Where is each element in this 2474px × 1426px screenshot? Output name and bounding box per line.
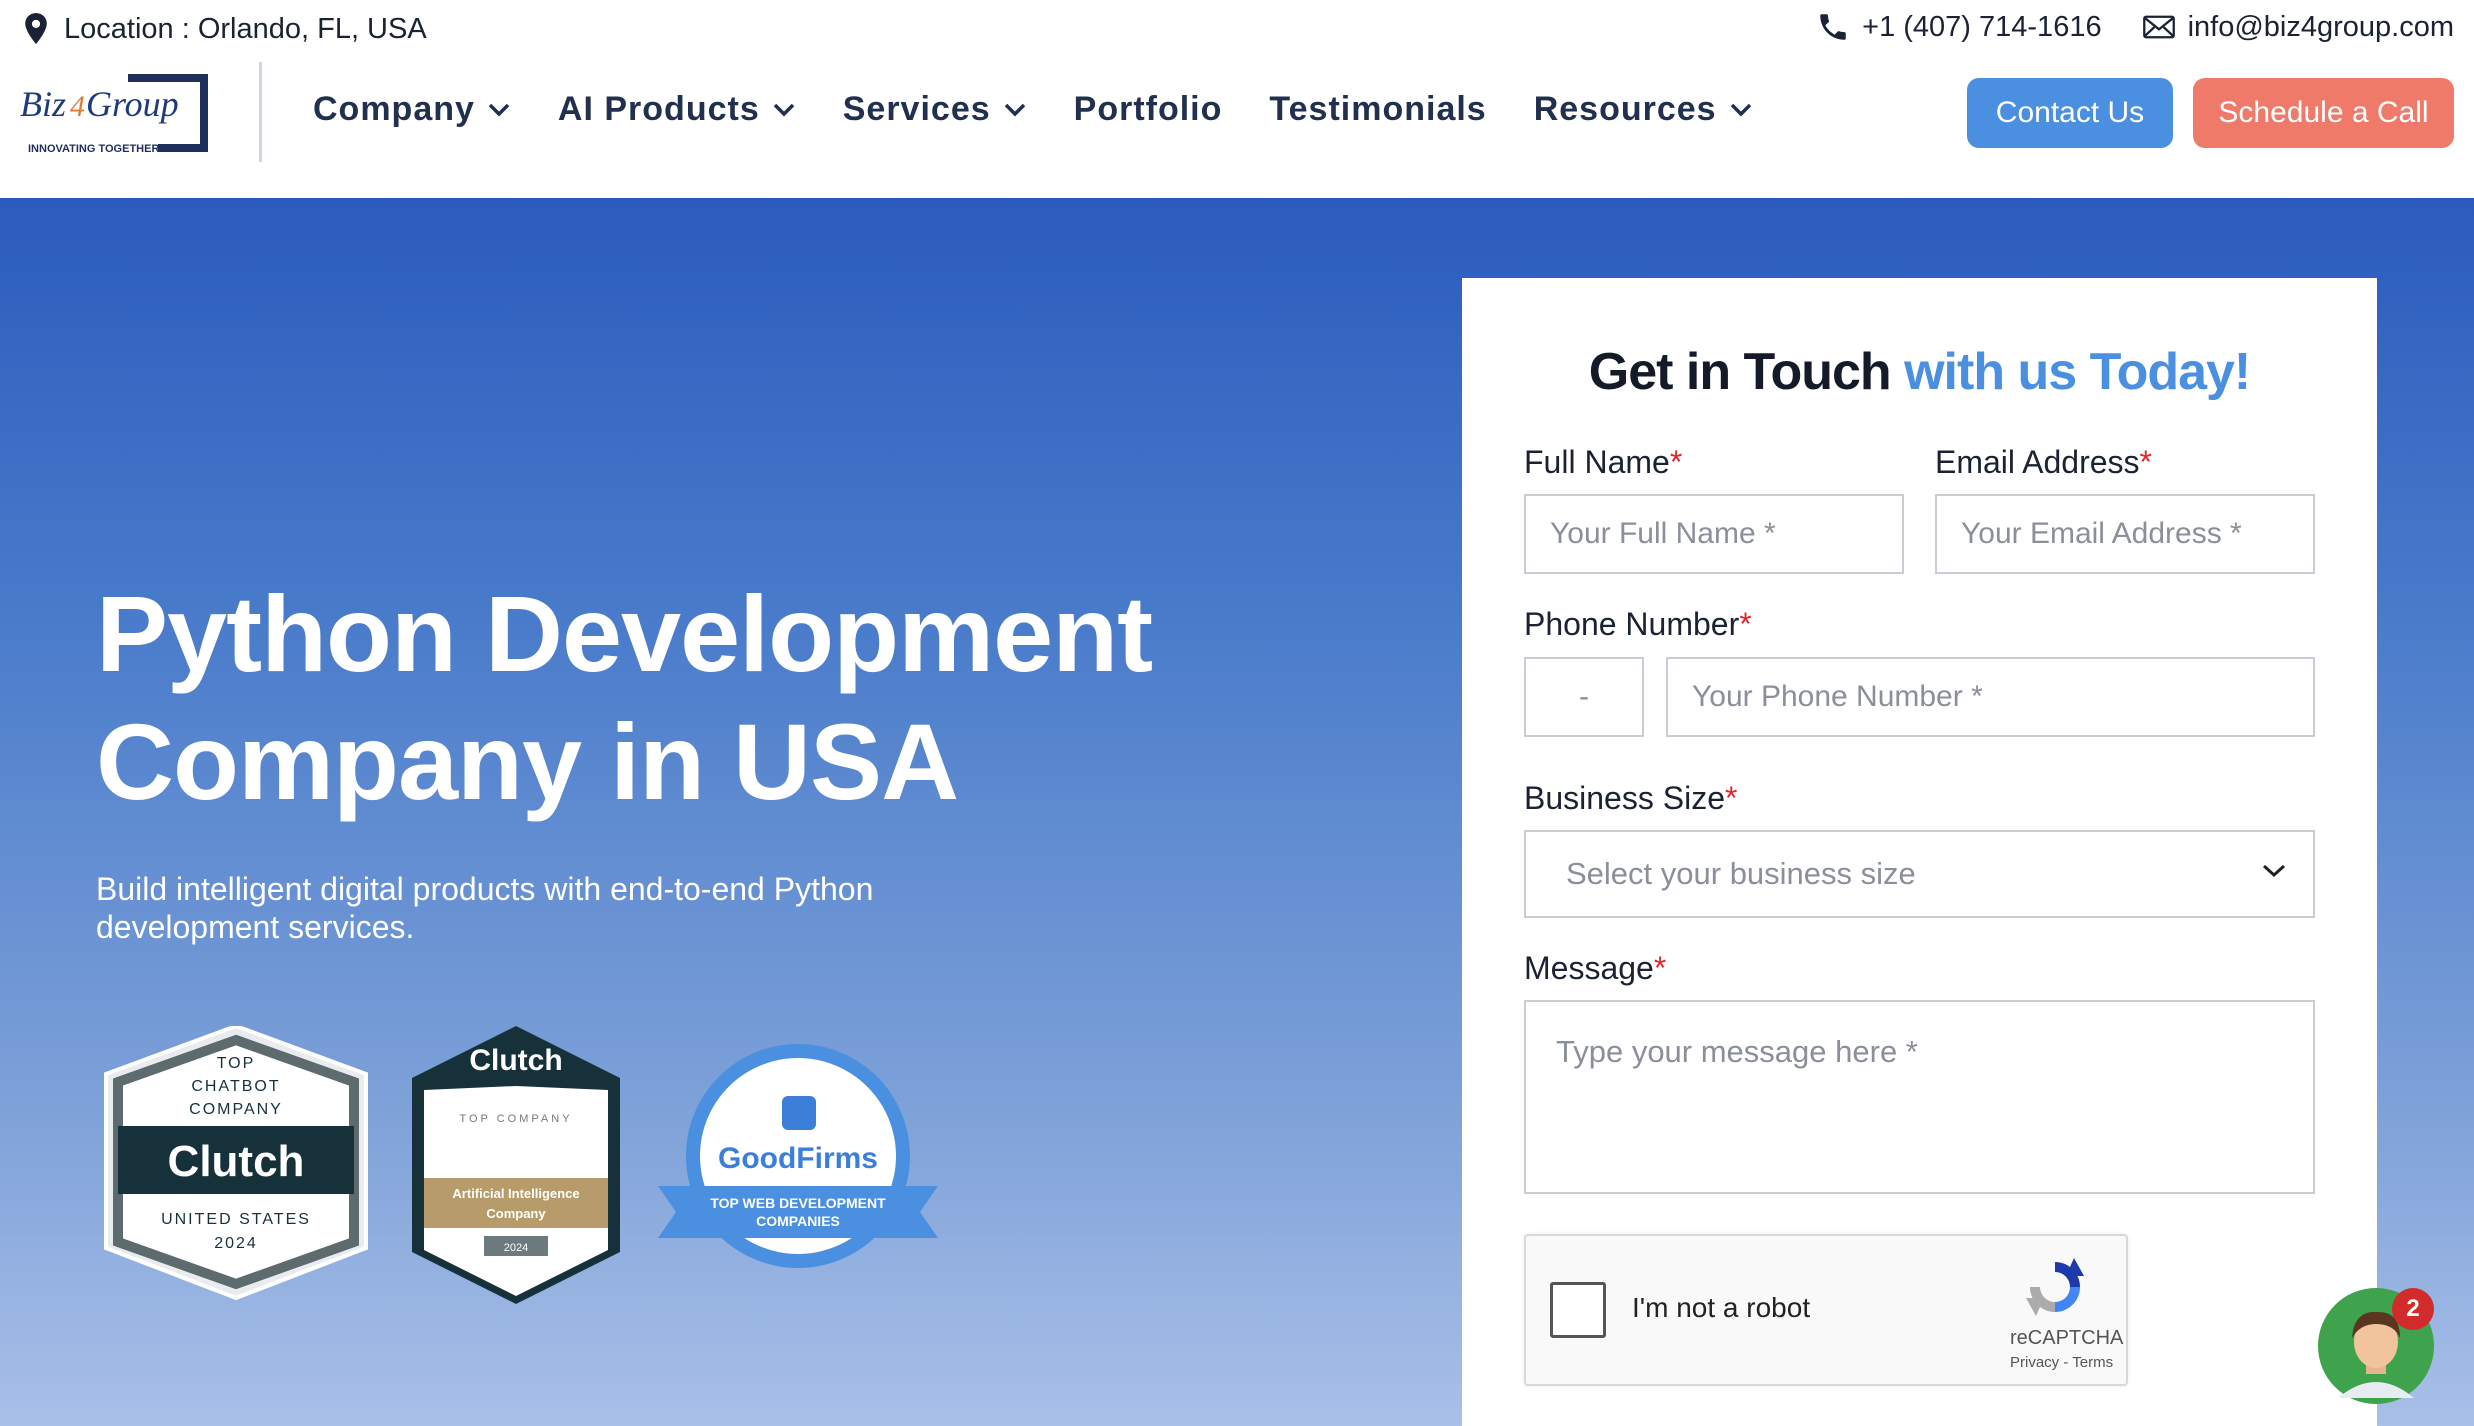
clutch-chatbot-badge: TOP CHATBOT COMPANY Clutch UNITED STATES… [104, 1026, 368, 1301]
nav-item-services[interactable]: Services [843, 90, 1027, 129]
form-heading-highlight: with us Today! [1904, 343, 2251, 401]
svg-text:COMPANIES: COMPANIES [756, 1213, 840, 1229]
chevron-down-icon [488, 103, 510, 116]
recaptcha-icon [2026, 1258, 2084, 1316]
label-text: Phone Number [1524, 606, 1740, 642]
svg-text:Artificial Intelligence: Artificial Intelligence [452, 1186, 579, 1201]
recaptcha-label: I'm not a robot [1632, 1292, 1811, 1323]
message-label: Message* [1524, 950, 1666, 987]
location-text: Location : Orlando, FL, USA [64, 12, 427, 45]
contact-us-button[interactable]: Contact Us [1967, 78, 2173, 148]
full-name-input[interactable]: Your Full Name * [1524, 494, 1904, 574]
label-text: Business Size [1524, 780, 1725, 816]
svg-text:2024: 2024 [214, 1235, 258, 1252]
message-textarea[interactable]: Type your message here * [1524, 1000, 2315, 1194]
phone-label: Phone Number* [1524, 606, 1752, 643]
nav-menu: Company AI Products Services Portfolio T… [313, 90, 1753, 129]
nav-label: Portfolio [1073, 90, 1223, 128]
hero-subtitle: Build intelligent digital products with … [96, 871, 874, 945]
svg-text:4: 4 [70, 90, 85, 123]
svg-text:UNITED STATES: UNITED STATES [161, 1211, 311, 1228]
phone-input[interactable]: Your Phone Number * [1666, 657, 2315, 737]
nav-item-portfolio[interactable]: Portfolio [1074, 90, 1223, 129]
nav-item-company[interactable]: Company [313, 90, 511, 129]
country-code-select[interactable]: - [1524, 657, 1644, 737]
required-mark: * [2139, 444, 2152, 480]
form-heading-plain: Get in Touch [1588, 343, 1905, 401]
email-text: info@biz4group.com [2187, 10, 2454, 43]
svg-text:Clutch: Clutch [168, 1137, 305, 1186]
chat-notification-badge: 2 [2392, 1288, 2434, 1330]
svg-text:COMPANY: COMPANY [189, 1101, 283, 1118]
phone-text: +1 (407) 714-1616 [1862, 10, 2102, 43]
schedule-call-button[interactable]: Schedule a Call [2193, 78, 2454, 148]
recaptcha-logo: reCAPTCHA Privacy - Terms [2010, 1256, 2124, 1371]
hero-title-line1: Python Development [96, 573, 1153, 694]
hero-section: Python Development Company in USA Build i… [0, 198, 2474, 1426]
required-mark: * [1739, 606, 1752, 642]
chevron-down-icon [1730, 103, 1751, 116]
nav-item-ai-products[interactable]: AI Products [558, 90, 796, 129]
location-info: Location : Orlando, FL, USA [22, 12, 427, 46]
svg-text:Clutch: Clutch [469, 1044, 562, 1077]
map-pin-icon [25, 13, 47, 45]
nav-label: Resources [1533, 90, 1717, 128]
required-mark: * [1724, 780, 1738, 816]
business-size-select[interactable]: Select your business size [1524, 830, 2315, 918]
recaptcha-checkbox[interactable] [1550, 1282, 1606, 1338]
clutch-ai-badge: Clutch TOP COMPANY Artificial Intelligen… [412, 1026, 620, 1304]
contact-form-card: Get in Touch with us Today! Full Name* Y… [1462, 278, 2377, 1426]
label-text: Full Name [1524, 444, 1670, 480]
mail-icon [2142, 15, 2175, 39]
nav-item-resources[interactable]: Resources [1534, 90, 1753, 129]
business-size-label: Business Size* [1524, 780, 1737, 817]
logo-tagline: INNOVATING TOGETHER [28, 143, 159, 155]
hero-title: Python Development Company in USA [96, 570, 1336, 826]
required-mark: * [1669, 444, 1683, 480]
chevron-down-icon [2262, 864, 2286, 878]
email-input[interactable]: Your Email Address * [1935, 494, 2315, 574]
hero-title-line2: Company in USA [96, 701, 959, 822]
svg-text:Group: Group [86, 84, 179, 124]
nav-label: Testimonials [1269, 90, 1487, 128]
svg-text:Biz: Biz [20, 84, 66, 124]
chevron-down-icon [1004, 103, 1025, 116]
nav-label: AI Products [557, 90, 760, 128]
email-label: Email Address* [1935, 444, 2152, 481]
email-link[interactable]: info@biz4group.com [2142, 10, 2454, 44]
svg-text:CHATBOT: CHATBOT [191, 1078, 280, 1095]
main-nav: Biz 4 Group INNOVATING TOGETHER Company … [0, 62, 2474, 198]
nav-divider [259, 62, 262, 162]
award-badges: TOP CHATBOT COMPANY Clutch UNITED STATES… [104, 1026, 938, 1304]
svg-text:TOP: TOP [217, 1055, 256, 1072]
nav-item-testimonials[interactable]: Testimonials [1269, 90, 1486, 129]
svg-text:GoodFirms: GoodFirms [718, 1142, 878, 1175]
svg-text:TOP COMPANY: TOP COMPANY [459, 1113, 572, 1125]
biz4group-logo[interactable]: Biz 4 Group INNOVATING TOGETHER [18, 68, 214, 160]
goodfirms-badge: GoodFirms TOP WEB DEVELOPMENT COMPANIES [658, 1044, 938, 1268]
full-name-label: Full Name* [1524, 444, 1682, 481]
label-text: Email Address [1935, 444, 2140, 480]
select-placeholder: Select your business size [1566, 856, 1916, 891]
phone-link[interactable]: +1 (407) 714-1616 [1816, 10, 2102, 44]
svg-text:2024: 2024 [504, 1242, 528, 1254]
top-bar: Location : Orlando, FL, USA +1 (407) 714… [0, 0, 2474, 62]
form-heading: Get in Touch with us Today! [1462, 342, 2377, 402]
svg-text:Company: Company [486, 1206, 546, 1221]
phone-icon [1820, 14, 1846, 40]
required-mark: * [1653, 950, 1667, 986]
top-contacts: +1 (407) 714-1616 info@biz4group.com [1816, 10, 2454, 44]
recaptcha-links[interactable]: Privacy - Terms [2010, 1354, 2113, 1371]
recaptcha-brand: reCAPTCHA [2010, 1327, 2124, 1349]
recaptcha-widget: I'm not a robot reCAPTCHA Privacy - Term… [1524, 1234, 2128, 1386]
nav-label: Services [842, 90, 991, 128]
chevron-down-icon [773, 103, 794, 116]
svg-text:TOP WEB DEVELOPMENT: TOP WEB DEVELOPMENT [710, 1195, 886, 1211]
label-text: Message [1524, 950, 1654, 986]
nav-label: Company [313, 90, 475, 128]
